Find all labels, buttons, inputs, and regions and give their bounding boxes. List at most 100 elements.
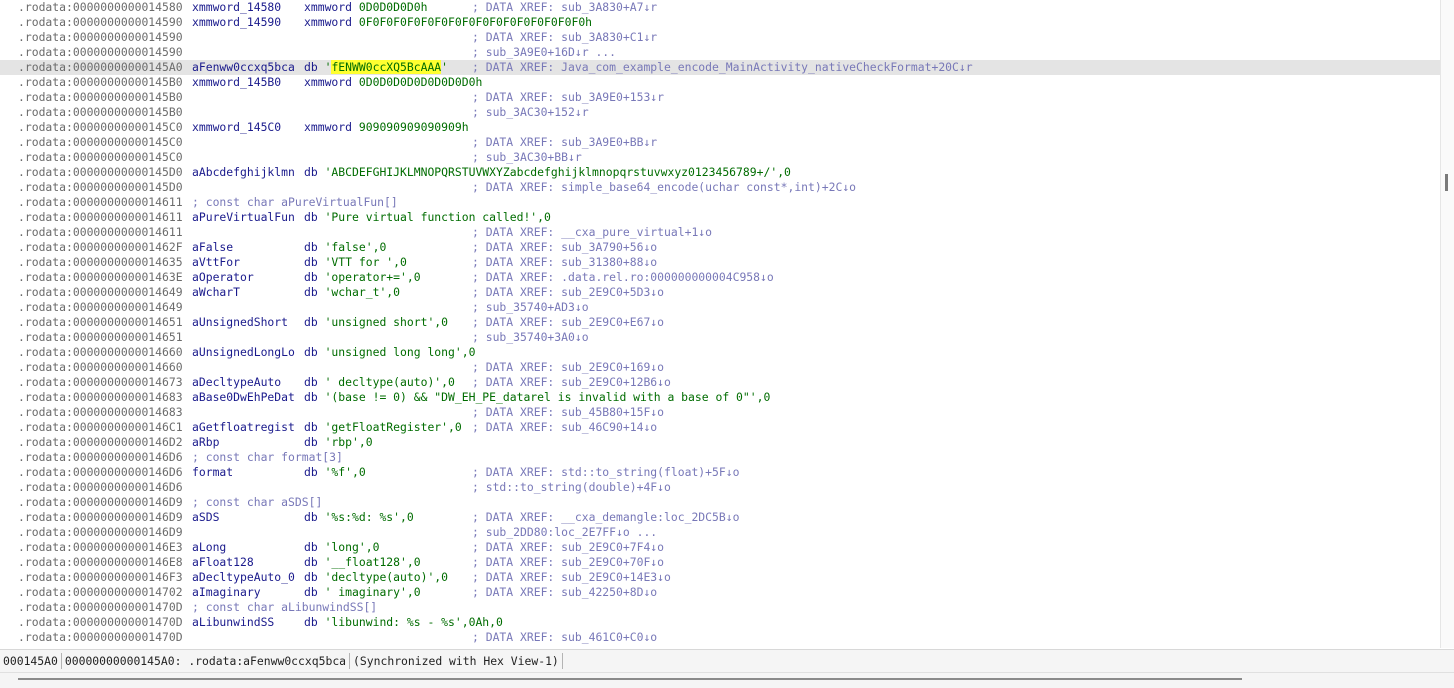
- listing-line[interactable]: .rodata:0000000000014651 ; sub_35740+3A0↓…: [0, 330, 1440, 345]
- listing-line[interactable]: .rodata:00000000000145B0 ; sub_3AC30+152↓…: [0, 105, 1440, 120]
- line-label[interactable]: aGetfloatregist: [192, 420, 295, 435]
- line-address: .rodata:00000000000145C0: [18, 120, 183, 134]
- listing-line[interactable]: .rodata:000000000001463E aOperator db 'ope…: [0, 270, 1440, 285]
- line-label[interactable]: aWcharT: [192, 285, 240, 300]
- listing-line[interactable]: .rodata:000000000001462F aFalse db 'false'…: [0, 240, 1440, 255]
- line-label[interactable]: aLibunwindSS: [192, 615, 274, 630]
- listing-line[interactable]: .rodata:0000000000014660 ; DATA XREF: sub…: [0, 360, 1440, 375]
- line-value: 'operator+=',0: [324, 270, 421, 284]
- line-directive: db: [304, 615, 318, 629]
- line-operand-group: db 'Pure virtual function called!',0: [304, 210, 551, 225]
- listing-line[interactable]: .rodata:0000000000014683 ; DATA XREF: sub…: [0, 405, 1440, 420]
- line-label[interactable]: aImaginary: [192, 585, 261, 600]
- listing-line[interactable]: .rodata:00000000000145B0 xmmword_145B0 xmm…: [0, 75, 1440, 90]
- listing-line[interactable]: .rodata:00000000000146D2 aRbp db 'rbp',0: [0, 435, 1440, 450]
- line-label[interactable]: aFalse: [192, 240, 233, 255]
- line-label[interactable]: aFenww0ccxq5bca: [192, 60, 295, 75]
- listing-line[interactable]: .rodata:0000000000014673 aDecltypeAuto db …: [0, 375, 1440, 390]
- line-label[interactable]: format: [192, 465, 233, 480]
- line-value: 'Pure virtual function called!',0: [324, 210, 551, 224]
- listing-line[interactable]: .rodata:00000000000146E8 aFloat128 db '__f…: [0, 555, 1440, 570]
- listing-line[interactable]: .rodata:00000000000145B0 ; DATA XREF: sub…: [0, 90, 1440, 105]
- listing-line[interactable]: .rodata:00000000000146D6 ; const char for…: [0, 450, 1440, 465]
- listing-line[interactable]: .rodata:0000000000014649 ; sub_35740+AD3↓…: [0, 300, 1440, 315]
- line-xref-comment: ; sub_3AC30+152↓r: [472, 105, 589, 119]
- line-xref-comment: ; DATA XREF: .data.rel.ro:000000000004C9…: [472, 270, 774, 284]
- listing-line[interactable]: .rodata:0000000000014590 ; DATA XREF: sub…: [0, 30, 1440, 45]
- line-label[interactable]: aOperator: [192, 270, 254, 285]
- line-label[interactable]: aLong: [192, 540, 226, 555]
- listing-line[interactable]: .rodata:0000000000014649 aWcharT db 'wchar…: [0, 285, 1440, 300]
- listing-line[interactable]: .rodata:0000000000014590 ; sub_3A9E0+16D↓…: [0, 45, 1440, 60]
- line-address: .rodata:00000000000145D0: [18, 165, 183, 179]
- line-address: .rodata:0000000000014590: [18, 30, 183, 44]
- line-directive: db: [304, 165, 318, 179]
- line-type-comment: ; const char aPureVirtualFun[]: [192, 195, 398, 209]
- line-xref-comment: ; DATA XREF: sub_3A790+56↓o: [472, 240, 658, 254]
- listing-line[interactable]: .rodata:0000000000014580 xmmword_14580 xmm…: [0, 0, 1440, 15]
- line-value: 0D0D0D0D0h: [358, 0, 428, 14]
- line-label[interactable]: aRbp: [192, 435, 219, 450]
- listing-line[interactable]: .rodata:0000000000014635 aVttFor db 'VTT f…: [0, 255, 1440, 270]
- line-label[interactable]: xmmword_145C0: [192, 120, 281, 135]
- listing-line[interactable]: .rodata:00000000000146C1 aGetfloatregist d…: [0, 420, 1440, 435]
- listing-line[interactable]: .rodata:0000000000014611 ; DATA XREF: __c…: [0, 225, 1440, 240]
- line-value: 0F0F0F0F0F0F0F0F0F0F0F0F0F0F0F0F0h: [358, 15, 593, 29]
- listing-line[interactable]: .rodata:000000000001470D aLibunwindSS db '…: [0, 615, 1440, 630]
- line-directive: db: [304, 510, 318, 524]
- listing-line[interactable]: .rodata:00000000000146D9 ; sub_2DD80:loc_…: [0, 525, 1440, 540]
- listing-line[interactable]: .rodata:00000000000146D9 ; const char aSD…: [0, 495, 1440, 510]
- line-address: .rodata:0000000000014660: [18, 360, 183, 374]
- line-address: .rodata:0000000000014611: [18, 225, 183, 239]
- line-label[interactable]: aBase0DwEhPeDat: [192, 390, 295, 405]
- line-label[interactable]: aDecltypeAuto: [192, 375, 281, 390]
- listing-line[interactable]: .rodata:00000000000146D6 format db '%f',0;…: [0, 465, 1440, 480]
- line-directive: db: [304, 270, 318, 284]
- listing-line[interactable]: .rodata:0000000000014611 ; const char aPu…: [0, 195, 1440, 210]
- listing-line[interactable]: .rodata:000000000001470D ; DATA XREF: sub…: [0, 630, 1440, 645]
- line-operand-group: xmmword 0D0D0D0D0h: [304, 0, 427, 15]
- listing-line[interactable]: .rodata:0000000000014590 xmmword_14590 xmm…: [0, 15, 1440, 30]
- listing-line-current[interactable]: .rodata:00000000000145A0 aFenww0ccxq5bca d…: [0, 60, 1440, 75]
- line-xref-comment: ; DATA XREF: __cxa_demangle:loc_2DC5B↓o: [472, 510, 740, 524]
- listing-line[interactable]: .rodata:00000000000145C0 ; sub_3AC30+BB↓r: [0, 150, 1440, 165]
- vertical-scroll-thumb[interactable]: [1445, 174, 1448, 191]
- listing-line[interactable]: .rodata:0000000000014683 aBase0DwEhPeDat d…: [0, 390, 1440, 405]
- listing-line[interactable]: .rodata:00000000000145D0 ; DATA XREF: sim…: [0, 180, 1440, 195]
- line-label[interactable]: aDecltypeAuto_0: [192, 570, 295, 585]
- line-label[interactable]: xmmword_14580: [192, 0, 281, 15]
- line-xref-comment: ; DATA XREF: sub_3A9E0+153↓r: [472, 90, 665, 104]
- line-value: 'decltype(auto)',0: [324, 570, 449, 584]
- listing-line[interactable]: .rodata:0000000000014651 aUnsignedShort db…: [0, 315, 1440, 330]
- line-operand-group: db 'getFloatRegister',0: [304, 420, 462, 435]
- line-label[interactable]: aFloat128: [192, 555, 254, 570]
- listing-line[interactable]: .rodata:00000000000146D6 ; std::to_string…: [0, 480, 1440, 495]
- line-label[interactable]: xmmword_14590: [192, 15, 281, 30]
- line-address: .rodata:0000000000014683: [18, 390, 183, 404]
- line-label[interactable]: aPureVirtualFun: [192, 210, 295, 225]
- listing-line[interactable]: .rodata:00000000000145C0 xmmword_145C0 xmm…: [0, 120, 1440, 135]
- line-label[interactable]: aVttFor: [192, 255, 240, 270]
- listing-line[interactable]: .rodata:00000000000146D9 aSDS db '%s:%d: %…: [0, 510, 1440, 525]
- listing-line[interactable]: .rodata:000000000001470D ; const char aLi…: [0, 600, 1440, 615]
- line-label[interactable]: xmmword_145B0: [192, 75, 281, 90]
- line-xref-comment: ; DATA XREF: sub_2E9C0+70F↓o: [472, 555, 665, 569]
- listing-line[interactable]: .rodata:00000000000146E3 aLong db 'long',0…: [0, 540, 1440, 555]
- line-label[interactable]: aAbcdefghijklmn: [192, 165, 295, 180]
- listing-line[interactable]: .rodata:0000000000014660 aUnsignedLongLo d…: [0, 345, 1440, 360]
- listing-line[interactable]: .rodata:00000000000146F3 aDecltypeAuto_0 d…: [0, 570, 1440, 585]
- line-label[interactable]: aUnsignedShort: [192, 315, 288, 330]
- horizontal-scroll-thumb[interactable]: [18, 678, 1242, 680]
- line-xref-comment: ; DATA XREF: sub_31380+88↓o: [472, 255, 658, 269]
- listing-line[interactable]: .rodata:00000000000145D0 aAbcdefghijklmn d…: [0, 165, 1440, 180]
- listing-line[interactable]: .rodata:0000000000014702 aImaginary db ' i…: [0, 585, 1440, 600]
- vertical-scrollbar[interactable]: [1440, 0, 1454, 648]
- listing-line[interactable]: .rodata:00000000000145C0 ; DATA XREF: sub…: [0, 135, 1440, 150]
- line-label[interactable]: aSDS: [192, 510, 219, 525]
- horizontal-scrollbar[interactable]: [0, 672, 1454, 688]
- line-value: ' decltype(auto)',0: [324, 375, 455, 389]
- line-label[interactable]: aUnsignedLongLo: [192, 345, 295, 360]
- listing-line[interactable]: .rodata:0000000000014611 aPureVirtualFun d…: [0, 210, 1440, 225]
- disassembly-listing[interactable]: .rodata:0000000000014580 xmmword_14580 xmm…: [0, 0, 1440, 648]
- line-address: .rodata:00000000000146D9: [18, 495, 183, 509]
